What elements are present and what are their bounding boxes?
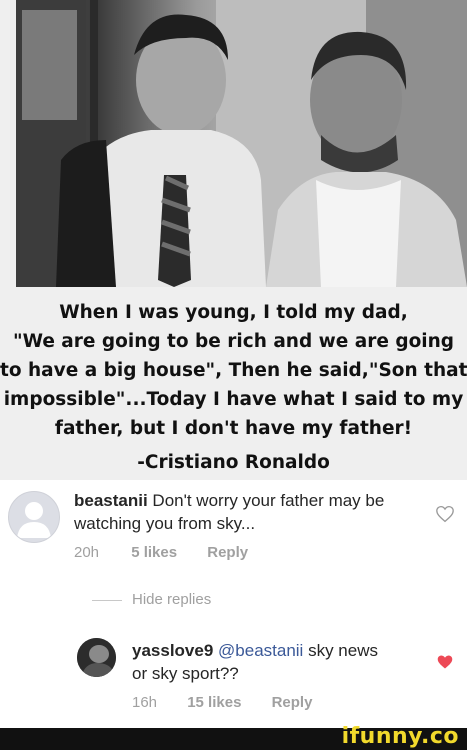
comment-body-line1: Don't worry your father may be [147, 491, 385, 510]
comment-username[interactable]: beastanii [74, 491, 148, 510]
default-avatar-icon[interactable] [8, 491, 60, 543]
reply-reply-button[interactable]: Reply [272, 694, 313, 711]
user-photo-avatar[interactable] [77, 638, 116, 677]
reply-username[interactable]: yasslove9 [132, 641, 213, 660]
ifunny-watermark: ifunny.co [341, 724, 459, 749]
photo-illustration [16, 0, 467, 287]
photo [16, 0, 467, 287]
reply-mention[interactable]: @beastanii [218, 641, 303, 660]
meme-attribution: -Cristiano Ronaldo [137, 452, 330, 473]
comment-likes[interactable]: 5 likes [131, 544, 177, 561]
caption-line: impossible"...Today I have what I said t… [3, 389, 464, 410]
hide-replies-divider [92, 600, 122, 601]
heart-filled-icon[interactable] [436, 654, 454, 670]
caption-line: to have a big house", Then he said,"Son … [0, 360, 467, 381]
comment-time: 20h [74, 544, 100, 561]
reply-text: yasslove9 @beastanii sky news or sky spo… [132, 639, 422, 685]
caption-line: "We are going to be rich and we are goin… [12, 331, 455, 352]
reply-likes[interactable]: 15 likes [187, 694, 241, 711]
hide-replies-button[interactable]: Hide replies [132, 591, 211, 608]
reply-body-line1: sky news [303, 641, 378, 660]
heart-outline-icon[interactable] [435, 505, 455, 523]
caption-line: When I was young, I told my dad, [59, 302, 408, 323]
reply-time: 16h [132, 694, 158, 711]
comment-body-line2: watching you from sky... [74, 514, 256, 533]
watermark-bar: ifunny.co [0, 724, 467, 750]
reply-body-line2: or sky sport?? [132, 664, 239, 683]
comment-meta: 20h 5 likes Reply [74, 544, 248, 561]
meme-image: When I was young, I told my dad, "We are… [0, 0, 467, 480]
reply-meta: 16h 15 likes Reply [132, 694, 312, 711]
caption-line: father, but I don't have my father! [54, 418, 413, 439]
comment-reply-button[interactable]: Reply [207, 544, 248, 561]
comment-text: beastanii Don't worry your father may be… [74, 489, 424, 535]
meme-caption: When I was young, I told my dad, "We are… [0, 298, 467, 443]
